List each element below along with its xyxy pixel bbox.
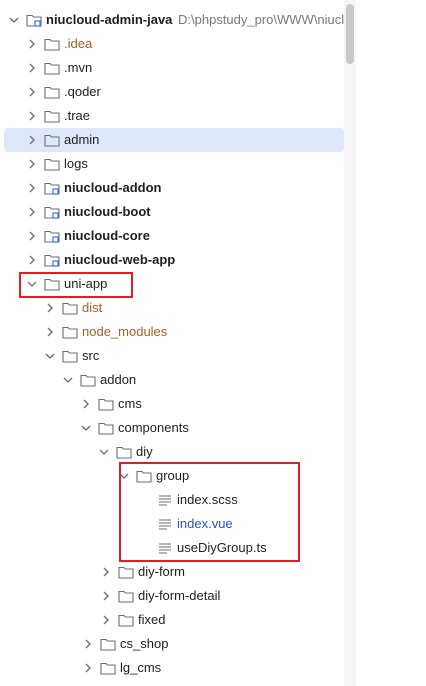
chevron-down-icon[interactable]: [62, 374, 74, 386]
chevron-right-icon[interactable]: [26, 38, 38, 50]
chevron-right-icon[interactable]: [44, 302, 56, 314]
chevron-right-icon[interactable]: [26, 254, 38, 266]
tree-item[interactable]: components: [0, 416, 356, 440]
tree-item[interactable]: cs_shop: [0, 632, 356, 656]
folder-icon: [62, 302, 78, 315]
vertical-scrollbar[interactable]: [344, 0, 356, 686]
tree-item[interactable]: .idea: [0, 32, 356, 56]
folder-icon: [118, 614, 134, 627]
project-path: D:\phpstudy_pro\WWW\niuclo: [178, 12, 352, 27]
module-folder-icon: [44, 182, 60, 195]
tree-item-label: src: [82, 348, 100, 363]
module-folder-icon: [44, 206, 60, 219]
chevron-right-icon[interactable]: [26, 134, 38, 146]
chevron-right-icon[interactable]: [26, 86, 38, 98]
tree-item-label: niucloud-addon: [64, 180, 162, 195]
module-folder-icon: [44, 254, 60, 267]
project-tree: niucloud-admin-java D:\phpstudy_pro\WWW\…: [0, 0, 356, 686]
annotation-box-group: [119, 462, 300, 562]
folder-icon: [62, 350, 78, 363]
folder-icon: [80, 374, 96, 387]
chevron-right-icon[interactable]: [26, 158, 38, 170]
tree-item[interactable]: niucloud-web-app: [0, 248, 356, 272]
tree-item[interactable]: niucloud-core: [0, 224, 356, 248]
tree-item[interactable]: niucloud-addon: [0, 176, 356, 200]
folder-icon: [98, 398, 114, 411]
chevron-right-icon[interactable]: [100, 566, 112, 578]
tree-item[interactable]: lg_cms: [0, 656, 356, 680]
folder-icon: [116, 446, 132, 459]
tree-item[interactable]: addon: [0, 368, 356, 392]
chevron-right-icon[interactable]: [26, 110, 38, 122]
chevron-right-icon[interactable]: [100, 590, 112, 602]
folder-icon: [44, 62, 60, 75]
folder-icon: [44, 110, 60, 123]
chevron-right-icon[interactable]: [100, 614, 112, 626]
chevron-right-icon[interactable]: [26, 206, 38, 218]
tree-item-label: lg_cms: [120, 660, 162, 675]
chevron-right-icon[interactable]: [82, 638, 94, 650]
tree-item[interactable]: .mvn: [0, 56, 356, 80]
tree-item[interactable]: diy: [0, 440, 356, 464]
chevron-right-icon[interactable]: [44, 326, 56, 338]
folder-icon: [118, 590, 134, 603]
tree-item[interactable]: src: [0, 344, 356, 368]
tree-item[interactable]: logs: [0, 152, 356, 176]
tree-item[interactable]: cms: [0, 392, 356, 416]
chevron-right-icon[interactable]: [82, 662, 94, 674]
chevron-right-icon[interactable]: [26, 182, 38, 194]
tree-item[interactable]: fixed: [0, 608, 356, 632]
folder-icon: [98, 422, 114, 435]
tree-item-label: components: [118, 420, 189, 435]
folder-icon: [44, 38, 60, 51]
tree-item-label: diy-form: [138, 564, 185, 579]
module-folder-icon: [44, 230, 60, 243]
tree-item-label: cms: [118, 396, 142, 411]
chevron-down-icon[interactable]: [98, 446, 110, 458]
tree-item-label: niucloud-boot: [64, 204, 151, 219]
tree-item-label: niucloud-core: [64, 228, 150, 243]
tree-item[interactable]: .qoder: [0, 80, 356, 104]
tree-item-label: diy: [136, 444, 153, 459]
chevron-right-icon[interactable]: [26, 230, 38, 242]
tree-item-label: fixed: [138, 612, 166, 627]
tree-item-label: cs_shop: [120, 636, 169, 651]
module-folder-icon: [26, 14, 42, 27]
project-name: niucloud-admin-java: [46, 12, 173, 27]
tree-item-label: diy-form-detail: [138, 588, 221, 603]
tree-item[interactable]: .trae: [0, 104, 356, 128]
tree-item-label: addon: [100, 372, 137, 387]
folder-icon: [100, 638, 116, 651]
tree-item[interactable]: niucloud-boot: [0, 200, 356, 224]
chevron-down-icon[interactable]: [8, 14, 20, 26]
tree-item-label: niucloud-web-app: [64, 252, 176, 267]
folder-icon: [44, 134, 60, 147]
tree-item[interactable]: dist: [0, 296, 356, 320]
tree-item-label: .idea: [64, 36, 93, 51]
folder-icon: [44, 158, 60, 171]
scrollbar-thumb[interactable]: [346, 4, 354, 64]
chevron-right-icon[interactable]: [26, 62, 38, 74]
chevron-right-icon[interactable]: [80, 398, 92, 410]
chevron-down-icon[interactable]: [80, 422, 92, 434]
tree-item[interactable]: node_modules: [0, 320, 356, 344]
tree-item-label: .qoder: [64, 84, 101, 99]
chevron-down-icon[interactable]: [44, 350, 56, 362]
folder-icon: [44, 86, 60, 99]
tree-item-selected[interactable]: admin: [0, 128, 356, 152]
tree-item-label: logs: [64, 156, 88, 171]
tree-item-label: node_modules: [82, 324, 168, 339]
tree-item-label: .trae: [64, 108, 91, 123]
folder-icon: [100, 662, 116, 675]
tree-item-label: admin: [64, 132, 100, 147]
tree-root-row[interactable]: niucloud-admin-java D:\phpstudy_pro\WWW\…: [0, 8, 356, 32]
tree-item[interactable]: diy-form-detail: [0, 584, 356, 608]
tree-item[interactable]: diy-form: [0, 560, 356, 584]
folder-icon: [118, 566, 134, 579]
tree-item-label: dist: [82, 300, 103, 315]
tree-item-label: .mvn: [64, 60, 93, 75]
annotation-box-uni-app: [19, 272, 133, 298]
folder-icon: [62, 326, 78, 339]
